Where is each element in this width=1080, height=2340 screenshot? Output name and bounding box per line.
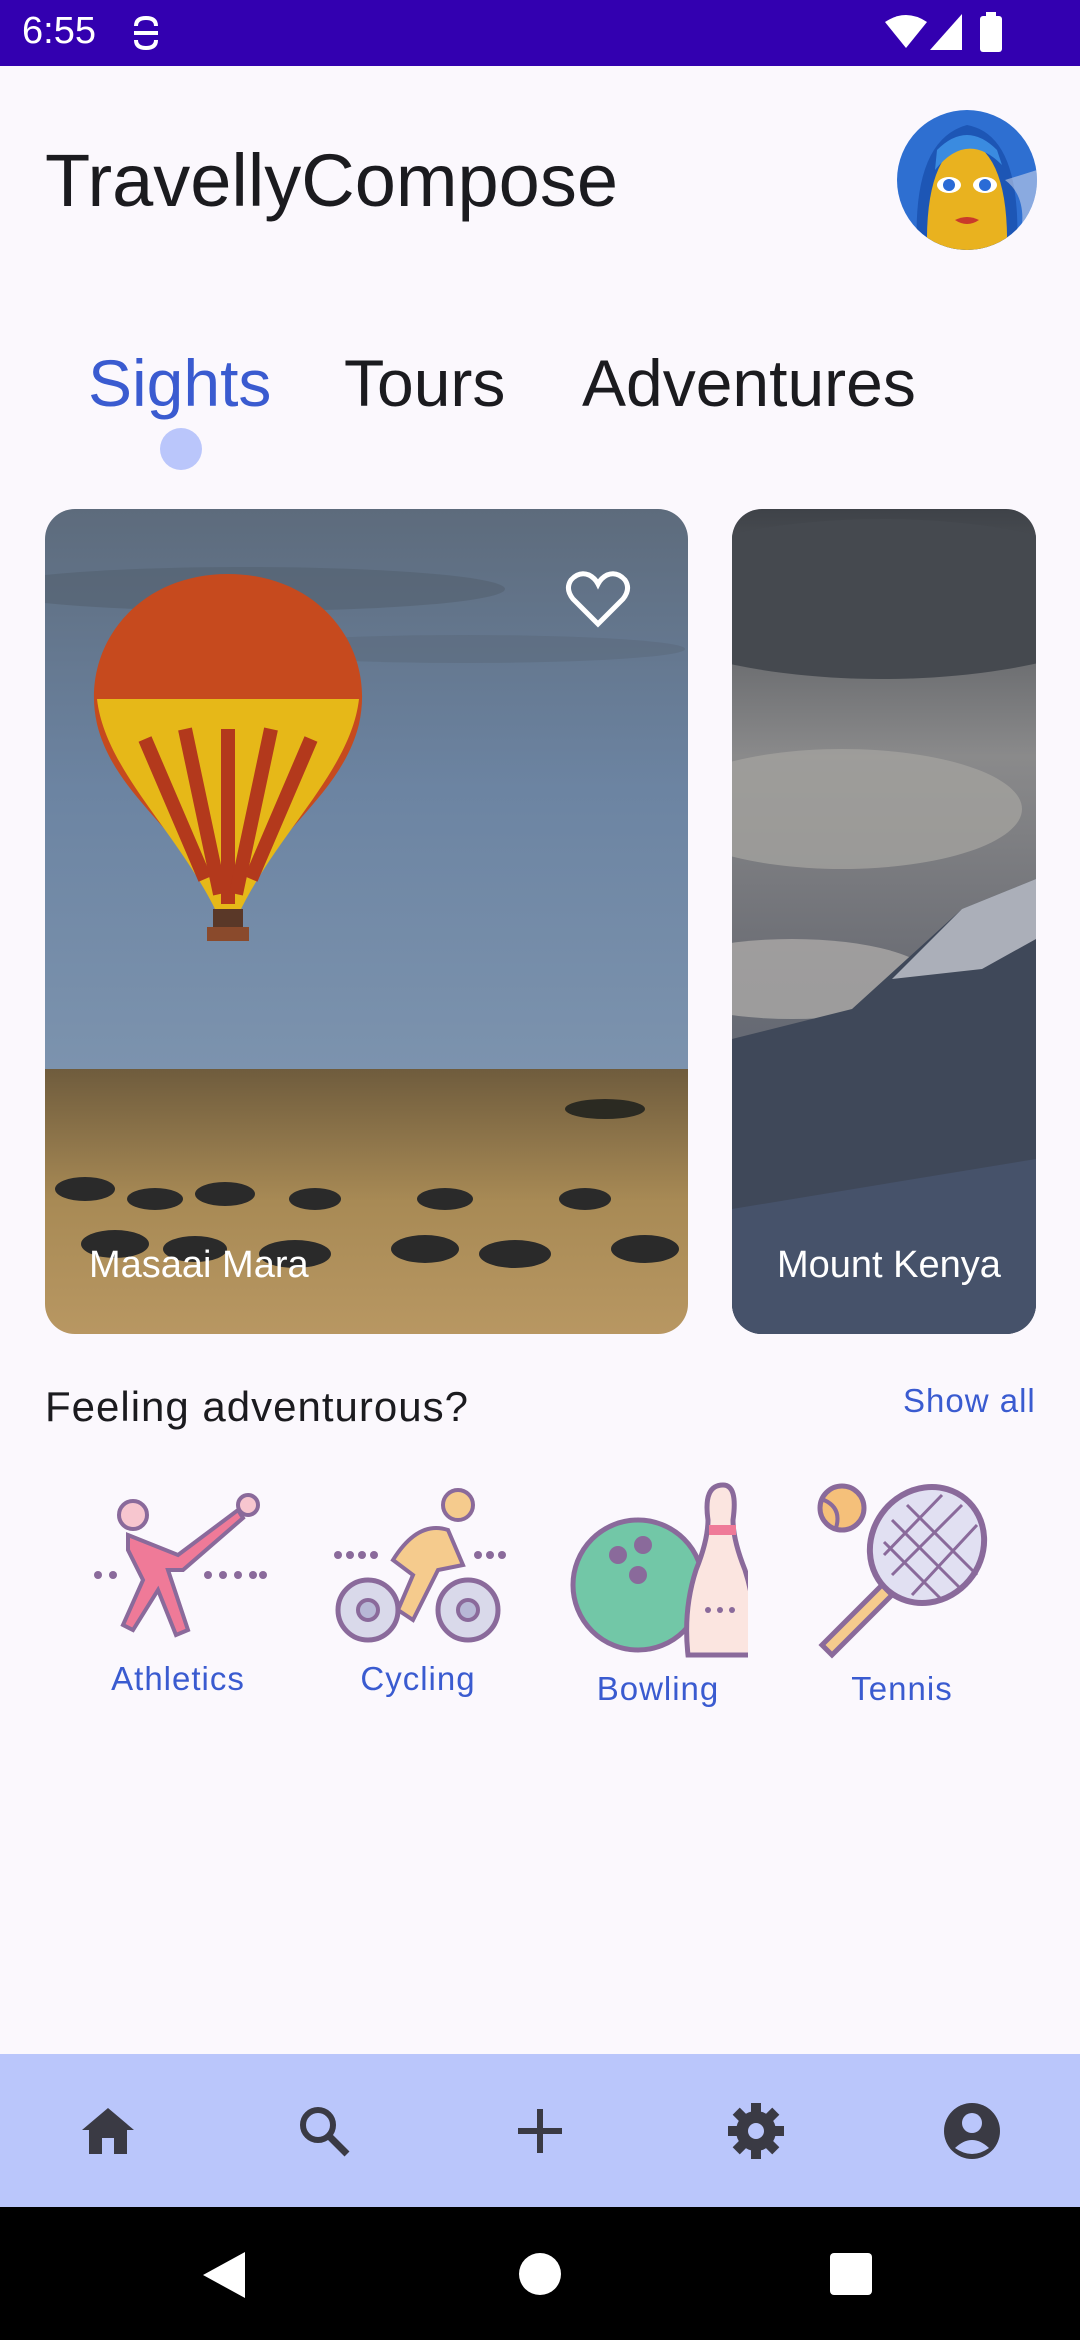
category-athletics[interactable]: Athletics bbox=[78, 1480, 278, 1698]
nav-add[interactable] bbox=[470, 2054, 610, 2207]
avatar-image bbox=[897, 110, 1037, 250]
tab-sights[interactable]: Sights bbox=[88, 345, 271, 421]
system-navigation-bar bbox=[0, 2207, 1080, 2340]
nav-settings[interactable] bbox=[686, 2054, 826, 2207]
nav-search[interactable] bbox=[254, 2054, 394, 2207]
bowling-icon bbox=[570, 1482, 748, 1658]
category-tennis[interactable]: Tennis bbox=[802, 1480, 1002, 1708]
tab-tours[interactable]: Tours bbox=[344, 345, 505, 421]
cycling-icon bbox=[334, 1488, 506, 1643]
status-bar: 6:55 bbox=[0, 0, 1080, 66]
show-all-link[interactable]: Show all bbox=[903, 1382, 1036, 1420]
sync-status-icon bbox=[134, 15, 158, 51]
back-icon[interactable] bbox=[203, 2252, 245, 2298]
category-cycling[interactable]: Cycling bbox=[318, 1480, 518, 1698]
sight-card-mount-kenya[interactable]: Mount Kenya bbox=[732, 509, 1036, 1334]
card-title: Mount Kenya bbox=[777, 1244, 1001, 1286]
sight-card-masaai-mara[interactable]: Masaai Mara bbox=[45, 509, 688, 1334]
nav-home[interactable] bbox=[38, 2054, 178, 2207]
battery-icon bbox=[980, 12, 1002, 52]
mount-kenya-image bbox=[732, 509, 1036, 1334]
category-label: Bowling bbox=[596, 1670, 720, 1707]
home-button-icon[interactable] bbox=[518, 2252, 562, 2296]
category-label: Tennis bbox=[851, 1670, 953, 1707]
add-icon bbox=[518, 2108, 562, 2153]
tab-indicator bbox=[160, 428, 202, 470]
category-label: Cycling bbox=[360, 1660, 476, 1697]
recents-icon[interactable] bbox=[830, 2253, 872, 2295]
avatar[interactable] bbox=[897, 110, 1037, 250]
settings-icon bbox=[728, 2102, 784, 2159]
masaai-mara-image bbox=[45, 509, 688, 1334]
category-bowling[interactable]: Bowling bbox=[558, 1480, 758, 1708]
wifi-icon bbox=[885, 15, 927, 48]
card-title: Masaai Mara bbox=[89, 1244, 309, 1286]
nav-account[interactable] bbox=[902, 2054, 1042, 2207]
favorite-icon[interactable] bbox=[565, 569, 631, 629]
category-label: Athletics bbox=[111, 1660, 245, 1697]
search-icon bbox=[300, 2106, 350, 2156]
section-title: Feeling adventurous? bbox=[45, 1383, 469, 1430]
app-title: TravellyCompose bbox=[45, 139, 618, 222]
status-time: 6:55 bbox=[22, 10, 96, 52]
home-icon bbox=[82, 2107, 134, 2154]
tennis-icon bbox=[817, 1483, 988, 1659]
tab-adventures[interactable]: Adventures bbox=[582, 345, 916, 421]
athletics-icon bbox=[94, 1493, 267, 1638]
bottom-navigation bbox=[0, 2054, 1080, 2207]
account-icon bbox=[944, 2102, 1000, 2159]
cell-signal-icon bbox=[930, 14, 962, 50]
